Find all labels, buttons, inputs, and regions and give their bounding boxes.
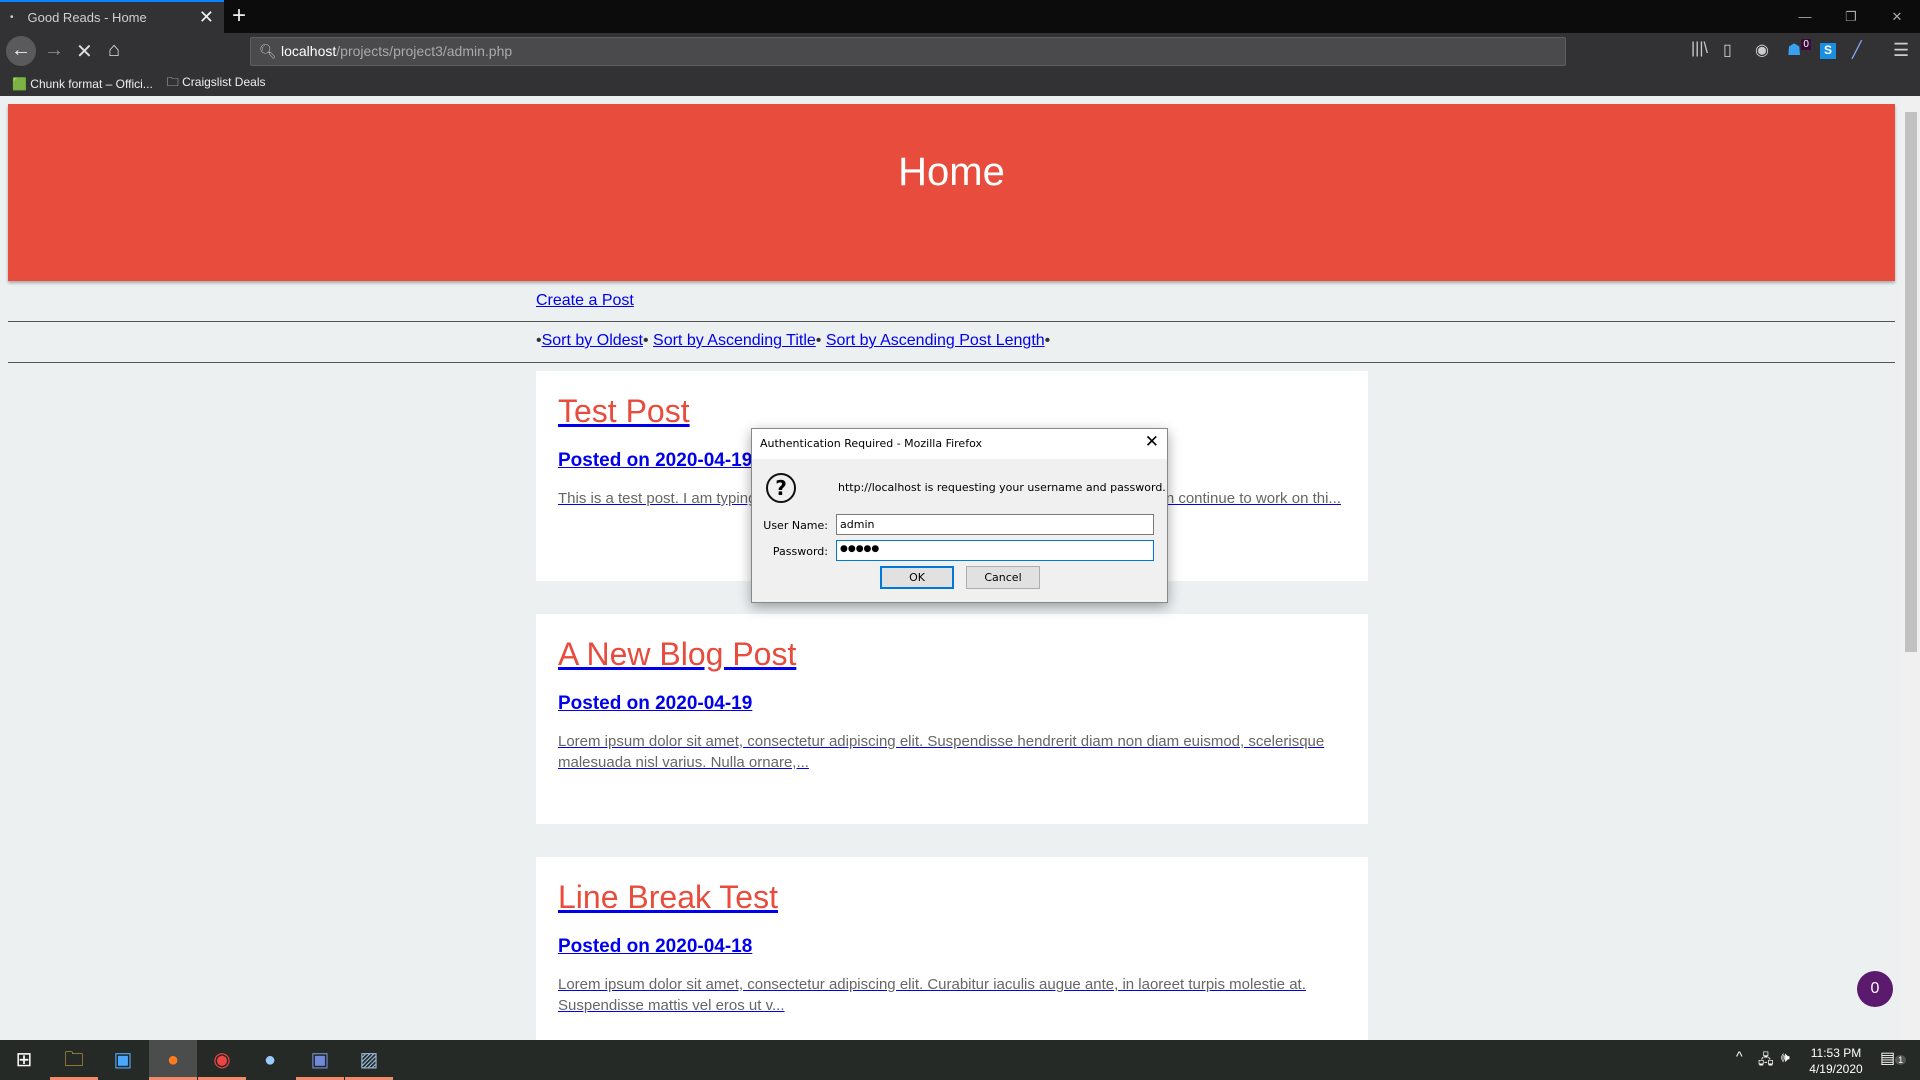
dialog-close-button[interactable]: ✕ [1145,432,1159,452]
paint-icon[interactable]: ▨ [345,1040,393,1080]
tab-bar: • Good Reads - Home ✕ + — ❐ ✕ [0,0,1920,33]
sort-length-link[interactable]: Sort by Ascending Post Length [826,332,1045,349]
post-date-link[interactable]: Posted on 2020-04-18 [558,936,1346,958]
page-header: Home [8,104,1895,281]
divider [8,362,1895,363]
post-title-link[interactable]: Test Post [558,393,690,430]
taskbar: ⊞ 🗀 ▣ ● ◉ ● ▣ ▨ ^ 🖧 🕪 11:53 PM 4/19/2020 … [0,1040,1920,1080]
ghostery-icon[interactable]: ☗ 0 [1787,39,1811,60]
tab-good-reads[interactable]: • Good Reads - Home ✕ [0,0,224,33]
username-label: User Name: [763,519,828,532]
stop-button[interactable]: ✕ [76,39,93,64]
volume-icon[interactable]: 🕪 [1781,1049,1790,1066]
sort-title-link[interactable]: Sort by Ascending Title [653,332,816,349]
search-icon: 🔍︎ [259,43,277,59]
divider [8,321,1895,322]
library-icon[interactable]: |||\ [1691,40,1708,58]
sidebar-icon[interactable]: ▯ [1723,40,1732,60]
back-button[interactable]: ← [6,36,36,66]
home-button[interactable]: ⌂ [108,39,120,62]
window-controls: — ❐ ✕ [1782,0,1920,33]
post-date-link[interactable]: Posted on 2020-04-19 [558,693,1346,715]
clock[interactable]: 11:53 PM 4/19/2020 [1808,1045,1864,1077]
restore-button[interactable]: ❐ [1828,0,1874,33]
sort-oldest-link[interactable]: Sort by Oldest [542,332,643,349]
bookmark-label: Chunk format – Offici... [30,76,153,91]
post-card: Line Break Test Posted on 2020-04-18 Lor… [536,857,1368,1040]
bookmark-craigslist[interactable]: 🗀 Craigslist Deals [167,73,266,94]
auth-dialog: Authentication Required - Mozilla Firefo… [751,428,1168,603]
sort-links: •Sort by Oldest• Sort by Ascending Title… [536,332,1051,349]
post-card: A New Blog Post Posted on 2020-04-19 Lor… [536,614,1368,824]
close-window-button[interactable]: ✕ [1874,0,1920,33]
steam-icon[interactable]: ● [246,1040,294,1080]
chrome-icon[interactable]: ◉ [198,1040,246,1080]
ok-button[interactable]: OK [880,566,954,589]
menu-icon[interactable]: ☰ [1893,40,1909,61]
forward-button[interactable]: → [44,39,64,62]
bookmarks-bar: 🟩 Chunk format – Offici... 🗀 Craigslist … [0,71,1920,96]
cancel-button[interactable]: Cancel [966,566,1040,589]
dialog-message: http://localhost is requesting your user… [838,481,1166,494]
clock-date: 4/19/2020 [1809,1062,1863,1076]
bookmark-chunk-format[interactable]: 🟩 Chunk format – Offici... [12,77,153,91]
account-icon[interactable]: ◉ [1755,40,1769,60]
post-title-link[interactable]: A New Blog Post [558,636,796,673]
extension-badge: 0 [1801,39,1811,50]
discord-icon[interactable]: ▣ [296,1040,344,1080]
loading-dot-icon: • [10,12,14,23]
close-tab-icon[interactable]: ✕ [199,7,214,28]
file-explorer-icon[interactable]: 🗀 [50,1040,98,1080]
url-bar[interactable]: 🔍︎ localhost/projects/project3/admin.php [250,37,1566,66]
control-panel-icon[interactable]: ▣ [99,1040,147,1080]
action-center-icon[interactable]: ▤ 1 [1880,1048,1907,1068]
eyedropper-icon[interactable]: ╱ [1852,40,1862,60]
clock-time: 11:53 PM [1810,1046,1862,1060]
url-path: /projects/project3/admin.php [336,43,513,59]
minimize-button[interactable]: — [1782,0,1828,33]
post-excerpt-link[interactable]: Lorem ipsum dolor sit amet, consectetur … [558,731,1358,773]
nav-bar: ← → ✕ ⌂ 🔍︎ localhost/projects/project3/ad… [0,33,1920,71]
password-label: Password: [772,545,828,558]
tray-chevron-icon[interactable]: ^ [1736,1048,1743,1064]
dialog-title: Authentication Required - Mozilla Firefo… [752,429,1167,459]
bookmark-label: Craigslist Deals [182,75,266,89]
url-host: localhost [281,43,337,59]
tab-title: Good Reads - Home [27,10,147,25]
post-title-link[interactable]: Line Break Test [558,879,778,916]
post-excerpt-link[interactable]: Lorem ipsum dolor sit amet, consectetur … [558,974,1358,1016]
firefox-icon[interactable]: ● [149,1040,197,1080]
new-tab-button[interactable]: + [232,2,246,30]
notification-count: 1 [1895,1055,1907,1065]
create-post-link[interactable]: Create a Post [536,292,634,310]
question-icon: ? [766,473,796,503]
password-input[interactable]: ●●●●● [836,540,1154,561]
network-icon[interactable]: 🖧 [1758,1049,1774,1073]
s-extension-icon[interactable]: S [1820,43,1836,59]
start-button[interactable]: ⊞ [0,1040,48,1080]
notification-bubble[interactable]: 0 [1857,971,1893,1007]
username-input[interactable]: admin [836,514,1154,535]
scrollbar-thumb[interactable] [1905,112,1917,652]
